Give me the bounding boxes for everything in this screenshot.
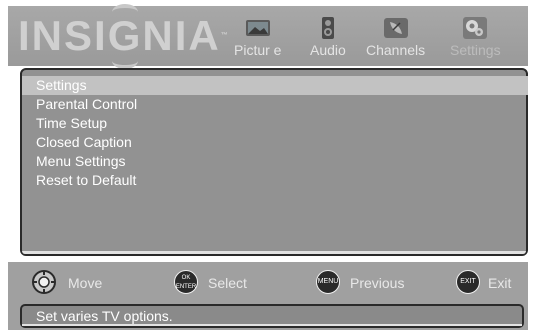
control-select-label: Select [208, 275, 247, 291]
control-exit-label: Exit [488, 275, 512, 291]
menu-item-menu-settings[interactable]: Menu Settings [22, 152, 528, 171]
picture-icon [244, 16, 272, 40]
ok-enter-button-icon: OK ENTER [174, 270, 198, 294]
menu-item-closed-caption[interactable]: Closed Caption [22, 133, 528, 152]
tab-channels[interactable]: Channels [366, 16, 425, 58]
satellite-dish-icon [382, 16, 410, 40]
menu-item-settings[interactable]: Settings [22, 76, 528, 95]
header-bar: INSI G NIA™ Pictur e Audio Channels Sett… [8, 4, 528, 69]
menu-button-icon: MENU [316, 270, 340, 294]
status-message: Set varies TV options. [36, 308, 173, 324]
settings-menu-panel: Settings Parental Control Time Setup Clo… [20, 68, 528, 256]
control-previous: MENU Previous [316, 270, 426, 296]
control-move: Move [32, 270, 142, 296]
control-select: OK ENTER Select [174, 270, 274, 296]
status-bar: Set varies TV options. [20, 304, 524, 328]
menu-item-reset-to-default[interactable]: Reset to Default [22, 171, 528, 190]
tab-audio[interactable]: Audio [310, 16, 346, 58]
tab-settings[interactable]: Settings [450, 16, 501, 58]
control-previous-label: Previous [350, 275, 405, 291]
tab-picture[interactable]: Pictur e [234, 16, 281, 58]
tab-channels-label: Channels [366, 42, 426, 58]
menu-item-parental-control[interactable]: Parental Control [22, 95, 528, 114]
menu-item-time-setup[interactable]: Time Setup [22, 114, 528, 133]
settings-menu-list: Settings Parental Control Time Setup Clo… [22, 76, 528, 190]
speaker-icon [314, 16, 342, 40]
control-exit: EXIT Exit [456, 270, 526, 296]
tab-picture-label: Pictur e [234, 42, 282, 58]
dpad-icon [32, 270, 56, 294]
gear-icon [461, 16, 489, 40]
exit-button-icon: EXIT [456, 270, 480, 294]
control-move-label: Move [68, 275, 103, 291]
brand-logo: INSI G NIA™ [18, 4, 228, 69]
tab-audio-label: Audio [310, 42, 346, 58]
footer-bar: Move OK ENTER Select MENU Previous EXIT E… [8, 262, 528, 330]
tab-settings-label: Settings [450, 42, 501, 58]
